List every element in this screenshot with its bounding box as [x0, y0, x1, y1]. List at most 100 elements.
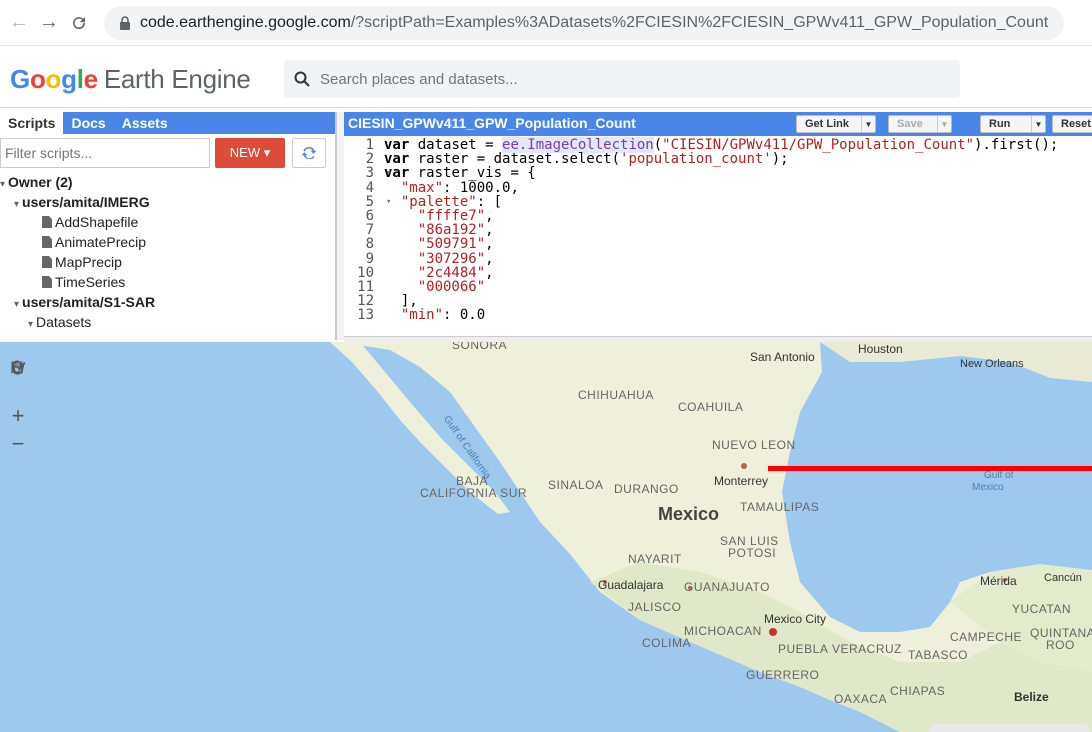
google-earth-engine-logo[interactable]: Google Earth Engine — [10, 64, 251, 95]
rectangle-icon[interactable] — [11, 360, 124, 378]
map-label-tabasco: TABASCO — [908, 648, 968, 662]
code-line: 6 "ffffe7", — [365, 207, 494, 224]
refresh-button[interactable] — [292, 138, 326, 168]
map-label-sonora: SONORA — [452, 342, 508, 352]
code-line: 5 ▾ "palette": [ — [365, 193, 503, 210]
chevron-down-icon[interactable]: ▼ — [937, 116, 951, 132]
tree-item-s1-sar[interactable]: ▾ users/amita/S1-SAR — [0, 292, 335, 312]
map-label-gulf-of: Gulf of — [984, 470, 1014, 481]
map-label-mexico-city: Mexico City — [764, 612, 827, 626]
caret-down-icon: ▾ — [28, 319, 34, 330]
tree-item-addshapefile[interactable]: AddShapefile — [0, 212, 335, 232]
back-arrow-icon[interactable]: ← — [4, 8, 34, 38]
filter-scripts-input[interactable] — [0, 138, 210, 168]
map-label-houston: Houston — [858, 342, 903, 356]
chevron-down-icon[interactable]: ▼ — [861, 116, 875, 132]
map-label-roo: ROO — [1046, 638, 1075, 652]
chevron-down-icon[interactable]: ▼ — [1031, 116, 1045, 132]
panel-splitter[interactable] — [336, 112, 344, 340]
map-label-cancun: Cancún — [1044, 572, 1082, 584]
marker-icon[interactable] — [12, 360, 52, 378]
map-label-merida: Mérida — [980, 574, 1017, 588]
new-button[interactable]: NEW ▾ — [215, 138, 285, 168]
code-line: 4 "max": 1000.0, — [365, 179, 519, 196]
polyline-icon[interactable] — [10, 360, 76, 378]
map-drawing-tools — [10, 360, 124, 378]
code-line: 9 "307296", — [365, 250, 494, 267]
zoom-in-button[interactable]: + — [8, 403, 28, 428]
code-line: 2 var raster = dataset.select('population… — [365, 151, 789, 168]
code-line: 3 ▾ var raster_vis = { — [365, 165, 536, 182]
search-box — [284, 60, 960, 98]
tab-docs[interactable]: Docs — [63, 112, 113, 134]
tree-item-imerg[interactable]: ▾ users/amita/IMERG — [0, 192, 335, 212]
lock-icon — [120, 15, 130, 30]
code-line: 8 "509791", — [365, 236, 494, 253]
url-text: code.earthengine.google.com/?scriptPath=… — [140, 13, 1049, 31]
map-label-guerrero: GUERRERO — [746, 668, 820, 682]
caret-down-icon: ▾ — [14, 199, 20, 210]
polygon-icon[interactable] — [11, 360, 100, 378]
map-label-coahuila: COAHUILA — [678, 400, 744, 414]
map-label-san-antonio: San Antonio — [750, 350, 815, 364]
scripts-panel: Scripts Docs Assets NEW ▾ ▾Owner (2) ▾us… — [0, 112, 336, 340]
map-label-michoacan: MICHOACAN — [684, 624, 762, 638]
tree-item-mapprecip[interactable]: MapPrecip — [0, 252, 335, 272]
caret-down-icon: ▾ — [14, 299, 20, 310]
map-label-country-mexico: Mexico — [658, 504, 720, 524]
map-label-sinaloa: SINALOA — [548, 478, 604, 492]
caret-down-icon: ▾ — [0, 179, 6, 190]
map-label-guanajuato: GUANAJUATO — [684, 580, 770, 594]
reset-button[interactable]: Reset — [1052, 115, 1092, 133]
map-canvas[interactable]: + − SONORA CHIHUAHUA COAHUILA NUEVO LEON… — [0, 342, 1092, 732]
tree-item-timeseries[interactable]: TimeSeries — [0, 272, 335, 292]
map-label-chihuahua: CHIHUAHUA — [578, 388, 654, 402]
map-attribution-tab — [930, 724, 1090, 732]
refresh-icon — [301, 146, 317, 160]
map-label-tamaulipas: TAMAULIPAS — [740, 500, 820, 514]
map-label-belize: Belize — [1014, 690, 1049, 704]
save-button[interactable]: Save ▼ — [888, 115, 952, 133]
map-label-campeche: CAMPECHE — [950, 630, 1023, 644]
map-label-puebla: PUEBLA — [778, 642, 829, 656]
map-label-guadalajara: Guadalajara — [598, 578, 664, 592]
code-area[interactable]: 1 var dataset = ee.ImageCollection("CIESI… — [344, 137, 1092, 324]
tab-scripts[interactable]: Scripts — [0, 112, 64, 134]
map-label-nuevo-leon: NUEVO LEON — [712, 438, 796, 452]
map-label-chiapas: CHIAPAS — [890, 684, 946, 698]
zoom-out-button[interactable]: − — [8, 431, 28, 456]
script-title: CIESIN_GPWv411_GPW_Population_Count — [348, 115, 636, 131]
file-icon — [42, 216, 52, 228]
tree-item-animateprecip[interactable]: AnimatePrecip — [0, 232, 335, 252]
code-line: 7 "86a192", — [365, 222, 494, 239]
code-line: 13 "min": 0.0 — [357, 307, 486, 324]
run-button[interactable]: Run ▼ — [980, 115, 1046, 133]
search-input[interactable] — [320, 70, 920, 88]
editor-toolbar: CIESIN_GPWv411_GPW_Population_Count Get … — [344, 112, 1092, 136]
map-label-nayarit: NAYARIT — [628, 552, 682, 566]
search-icon — [284, 71, 320, 87]
map-label-california-sur: CALIFORNIA SUR — [420, 486, 528, 500]
code-line: 11 "000066" — [357, 278, 486, 295]
tree-item-datasets[interactable]: ▾ Datasets — [0, 312, 335, 332]
reload-icon[interactable] — [64, 8, 94, 38]
tree-item-owner[interactable]: ▾ Owner (2) — [0, 172, 335, 192]
app-header: Google Earth Engine — [0, 46, 1092, 108]
map-label-oaxaca: OAXACA — [834, 692, 888, 706]
script-tree: ▾ Owner (2) ▾ users/amita/IMERG AddShapefi… — [0, 172, 335, 332]
code-line: 12 ], — [357, 293, 418, 310]
url-field[interactable]: code.earthengine.google.com/?scriptPath=… — [104, 5, 1064, 40]
code-line: 10 "2c4484", — [357, 264, 494, 281]
map-label-jalisco: JALISCO — [628, 600, 682, 614]
file-icon — [42, 276, 52, 288]
tab-assets[interactable]: Assets — [114, 112, 176, 134]
left-panel-tabs: Scripts Docs Assets — [0, 112, 335, 134]
get-link-button[interactable]: Get Link ▼ — [796, 115, 876, 133]
map-label-monterrey: Monterrey — [714, 474, 769, 488]
browser-address-bar: ← → code.earthengine.google.com/?scriptP… — [0, 0, 1092, 46]
map-label-durango: DURANGO — [614, 482, 679, 496]
drawn-red-line[interactable] — [768, 466, 1092, 471]
map-label-potosi: POTOSI — [728, 546, 777, 560]
file-icon — [42, 256, 52, 268]
forward-arrow-icon[interactable]: → — [34, 8, 64, 38]
